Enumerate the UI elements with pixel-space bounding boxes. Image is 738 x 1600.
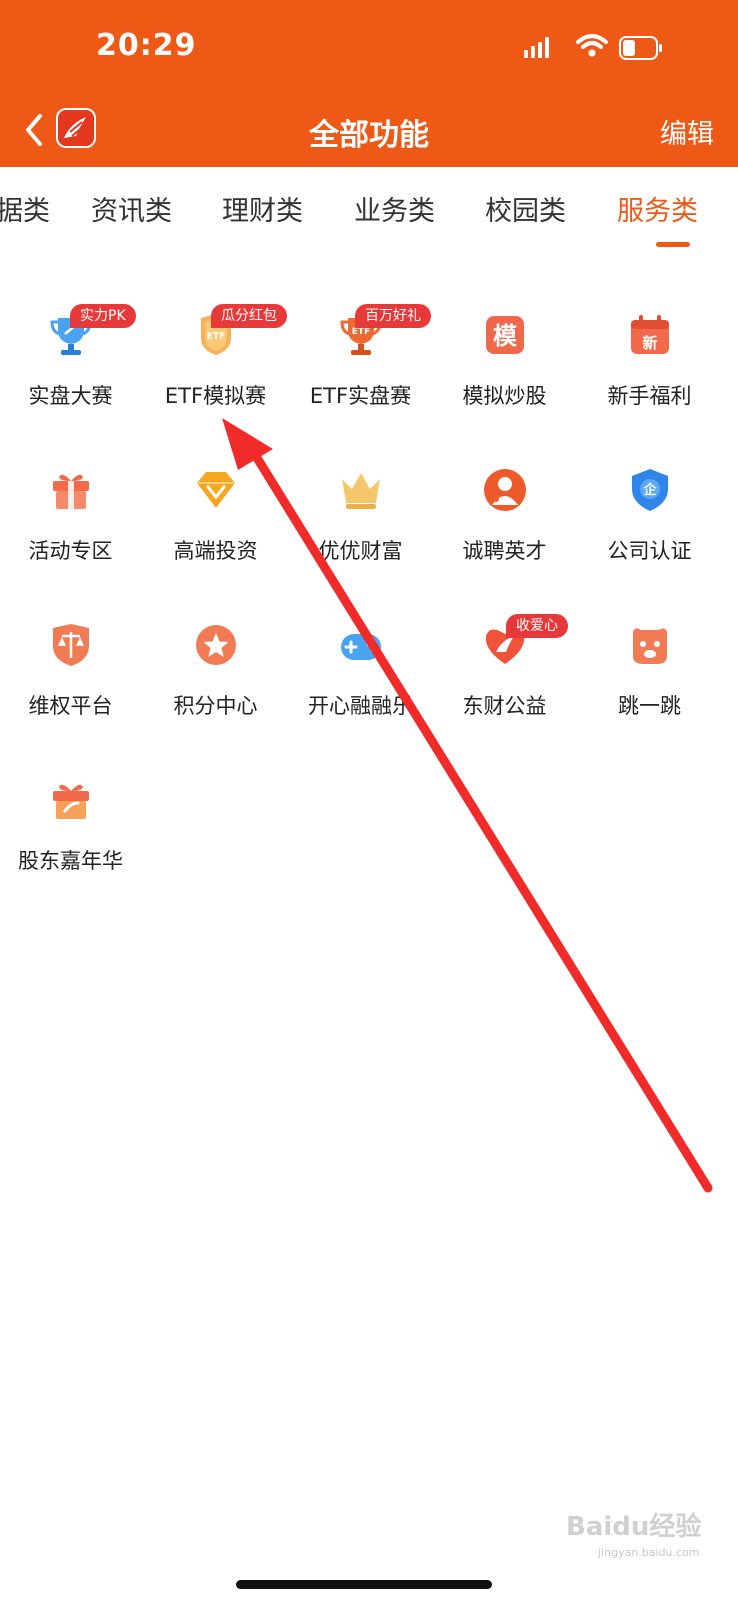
- home-indicator: [236, 1580, 492, 1589]
- star-coin-icon: [196, 625, 236, 665]
- grid-item-label: 公司认证: [607, 539, 692, 563]
- page-title: 全部功能: [309, 118, 429, 153]
- cellular-signal-icon: [524, 37, 549, 58]
- grid-item-newbie-benefit[interactable]: 新 新手福利: [576, 298, 723, 428]
- calendar-gift-icon: 新: [631, 315, 669, 354]
- etf-icon-text: ETF: [207, 332, 225, 342]
- tab-wealth[interactable]: 理财类: [222, 189, 303, 228]
- grid-item-points-center[interactable]: 积分中心: [142, 608, 289, 738]
- diamond-icon: [197, 472, 235, 508]
- grid-item-label: 跳一跳: [618, 694, 681, 718]
- baidu-watermark-url: jingyan.baidu.com: [598, 1546, 700, 1559]
- xin-icon-text: 新: [642, 334, 657, 352]
- grid-item-premium-investment[interactable]: 高端投资: [142, 453, 289, 583]
- jump-icon: [633, 628, 667, 664]
- etf-icon-text: ETF: [352, 327, 370, 337]
- baidu-watermark: Baidu经验: [566, 1512, 702, 1542]
- crown-icon: [342, 473, 380, 509]
- grid-item-label: 活动专区: [28, 539, 113, 563]
- active-tab-indicator: [656, 242, 690, 247]
- grid-item-label: 实盘大赛: [28, 384, 113, 408]
- grid-item-activity-zone[interactable]: 活动专区: [0, 453, 144, 583]
- tab-campus[interactable]: 校园类: [485, 189, 566, 228]
- wifi-icon: [576, 34, 608, 57]
- edit-button[interactable]: 编辑: [660, 112, 714, 151]
- grid-item-label: ETF模拟赛: [164, 384, 267, 408]
- grid-item-recruitment[interactable]: 诚聘英才: [431, 453, 578, 583]
- grid-item-label: 开心融融乐: [308, 694, 413, 718]
- badge-million-gift: 百万好礼: [355, 304, 431, 328]
- header-bar: 20:29 全部功能 编辑: [0, 0, 738, 167]
- grid-item-label: 积分中心: [173, 694, 258, 718]
- grid-item-happy-game[interactable]: 开心融融乐: [287, 608, 434, 738]
- battery-icon: [619, 36, 662, 60]
- grid-item-label: 诚聘英才: [462, 539, 547, 563]
- grid-item-live-contest[interactable]: 实力PK 实盘大赛: [0, 298, 144, 428]
- grid-item-label: 东财公益: [462, 694, 547, 718]
- grid-item-shareholder-carnival[interactable]: 股东嘉年华: [0, 763, 144, 893]
- tab-business[interactable]: 业务类: [354, 189, 435, 228]
- tab-news[interactable]: 资讯类: [91, 189, 172, 228]
- grid-item-label: 高端投资: [173, 539, 258, 563]
- qi-icon-text: 企: [642, 482, 657, 498]
- category-tabs: 据类 资讯类 理财类 业务类 校园类 服务类: [0, 167, 738, 247]
- tab-services[interactable]: 服务类: [617, 189, 698, 228]
- grid-item-rights-platform[interactable]: 维权平台: [0, 608, 144, 738]
- grid-item-label: 新手福利: [607, 384, 692, 408]
- simulate-stock-icon: 模: [486, 316, 524, 354]
- badge-red-packet: 瓜分红包: [211, 304, 287, 328]
- grid-item-label: 优优财富: [318, 539, 403, 563]
- shield-icon: 企: [632, 469, 668, 511]
- grid-item-label: 维权平台: [28, 694, 113, 718]
- badge-collect-love: 收爱心: [506, 614, 568, 638]
- badge-strength-pk: 实力PK: [70, 304, 136, 328]
- grid-item-label: ETF实盘赛: [309, 384, 412, 408]
- grid-item-youyou-wealth[interactable]: 优优财富: [287, 453, 434, 583]
- recruit-icon: [484, 469, 526, 511]
- gift-box-icon: [53, 474, 89, 509]
- grid-item-etf-live[interactable]: ETF 百万好礼 ETF实盘赛: [287, 298, 434, 428]
- grid-item-label: 股东嘉年华: [18, 849, 123, 873]
- status-time: 20:29: [96, 28, 197, 63]
- tab-data[interactable]: 据类: [0, 189, 50, 228]
- scales-icon: [53, 624, 89, 666]
- mo-icon-text: 模: [493, 322, 518, 350]
- grid-item-etf-simulation[interactable]: ETF 瓜分红包 ETF模拟赛: [142, 298, 289, 428]
- grid-item-simulate-stock[interactable]: 模 模拟炒股: [431, 298, 578, 428]
- carnival-gift-icon: [53, 784, 89, 819]
- grid-item-company-cert[interactable]: 企 公司认证: [576, 453, 723, 583]
- grid-item-label: 模拟炒股: [462, 384, 547, 408]
- gamepad-icon: [341, 634, 381, 660]
- grid-item-charity[interactable]: 收爱心 东财公益: [431, 608, 578, 738]
- grid-item-jump[interactable]: 跳一跳: [576, 608, 723, 738]
